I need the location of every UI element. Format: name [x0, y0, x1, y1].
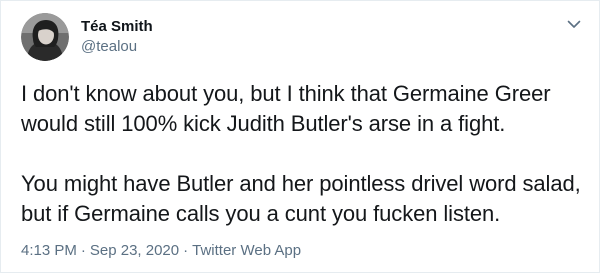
tweet-card[interactable]: Téa Smith @tealou I don't know about you…: [0, 0, 600, 273]
avatar[interactable]: [21, 13, 69, 61]
tweet-time[interactable]: 4:13 PM: [21, 242, 77, 259]
user-avatar-photo-icon: [21, 13, 69, 61]
chevron-down-icon[interactable]: [565, 15, 583, 33]
separator: ·: [183, 242, 189, 259]
display-name[interactable]: Téa Smith: [81, 17, 153, 37]
user-handle[interactable]: @tealou: [81, 37, 153, 57]
tweet-text: I don't know about you, but I think that…: [21, 79, 591, 229]
separator: ·: [80, 242, 86, 259]
tweet-source[interactable]: Twitter Web App: [192, 242, 301, 259]
tweet-paragraph-2: You might have Butler and her pointless …: [21, 171, 581, 226]
tweet-paragraph-1: I don't know about you, but I think that…: [21, 81, 551, 136]
tweet-header: Téa Smith @tealou: [21, 13, 153, 61]
author-names: Téa Smith @tealou: [81, 17, 153, 57]
tweet-date[interactable]: Sep 23, 2020: [90, 242, 179, 259]
tweet-metadata: 4:13 PM · Sep 23, 2020 · Twitter Web App: [21, 241, 301, 261]
